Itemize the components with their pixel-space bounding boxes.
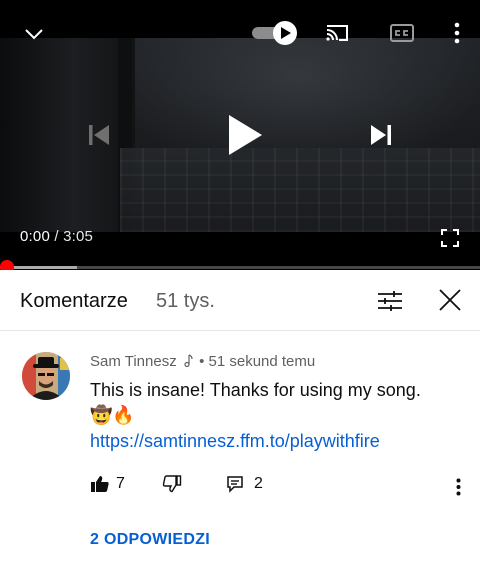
captions-icon bbox=[390, 24, 414, 42]
autoplay-toggle-icon bbox=[252, 21, 297, 45]
comments-title: Komentarze bbox=[20, 290, 128, 312]
next-button[interactable] bbox=[366, 120, 396, 150]
comment-emojis: 🤠🔥 bbox=[90, 405, 135, 425]
close-icon bbox=[439, 289, 461, 311]
progress-scrubber[interactable] bbox=[0, 260, 14, 270]
video-player[interactable]: 0:00 / 3:05 bbox=[0, 0, 480, 270]
meta-separator: • bbox=[199, 353, 205, 370]
more-vert-icon bbox=[454, 22, 460, 44]
like-count: 7 bbox=[116, 475, 125, 492]
thumbs-up-icon bbox=[91, 476, 109, 492]
progress-bar[interactable] bbox=[0, 260, 480, 270]
autoplay-toggle[interactable] bbox=[250, 20, 300, 46]
play-button[interactable] bbox=[222, 112, 268, 158]
cast-icon bbox=[326, 25, 348, 41]
previous-button[interactable] bbox=[84, 120, 114, 150]
more-vert-icon bbox=[456, 478, 460, 496]
current-time: 0:00 bbox=[20, 228, 50, 245]
comments-count: 51 tys. bbox=[156, 290, 215, 312]
skip-next-icon bbox=[371, 125, 391, 145]
sort-filter-button[interactable] bbox=[376, 287, 404, 315]
comment-meta: Sam Tinnesz • 51 sekund temu bbox=[90, 353, 315, 370]
comment-text: This is insane! Thanks for using my song… bbox=[90, 380, 421, 400]
reply-comment-icon bbox=[227, 476, 243, 493]
thumbs-down-icon bbox=[162, 475, 182, 493]
like-button[interactable]: 7 bbox=[90, 475, 125, 493]
chevron-down-icon bbox=[25, 29, 43, 40]
comment-item: Sam Tinnesz • 51 sekund temu This is ins… bbox=[0, 331, 480, 561]
player-menu-button[interactable] bbox=[448, 20, 466, 46]
view-replies-button[interactable]: 2 ODPOWIEDZI bbox=[90, 531, 210, 549]
comment-link[interactable]: https://samtinnesz.ffm.to/playwithfire bbox=[90, 431, 380, 452]
music-note-icon bbox=[183, 353, 193, 370]
dislike-button[interactable] bbox=[162, 475, 182, 493]
reply-button[interactable]: 2 bbox=[226, 475, 263, 493]
close-comments-button[interactable] bbox=[436, 286, 464, 314]
play-icon bbox=[229, 115, 262, 155]
author-name[interactable]: Sam Tinnesz bbox=[90, 353, 177, 370]
collapse-button[interactable] bbox=[20, 20, 48, 48]
skip-previous-icon bbox=[89, 125, 109, 145]
comment-menu-button[interactable] bbox=[448, 474, 468, 500]
duration: / 3:05 bbox=[54, 228, 94, 245]
captions-button[interactable] bbox=[388, 20, 416, 46]
cast-button[interactable] bbox=[322, 20, 352, 46]
comments-header: Komentarze 51 tys. bbox=[0, 270, 480, 331]
comment-time: 51 sekund temu bbox=[208, 353, 316, 370]
fullscreen-button[interactable] bbox=[438, 226, 462, 250]
filter-sliders-icon bbox=[378, 291, 402, 311]
reply-count: 2 bbox=[254, 475, 263, 492]
time-display: 0:00 / 3:05 bbox=[20, 228, 93, 245]
fullscreen-icon bbox=[441, 229, 459, 247]
author-avatar-icon bbox=[22, 352, 70, 400]
avatar[interactable] bbox=[22, 352, 70, 400]
